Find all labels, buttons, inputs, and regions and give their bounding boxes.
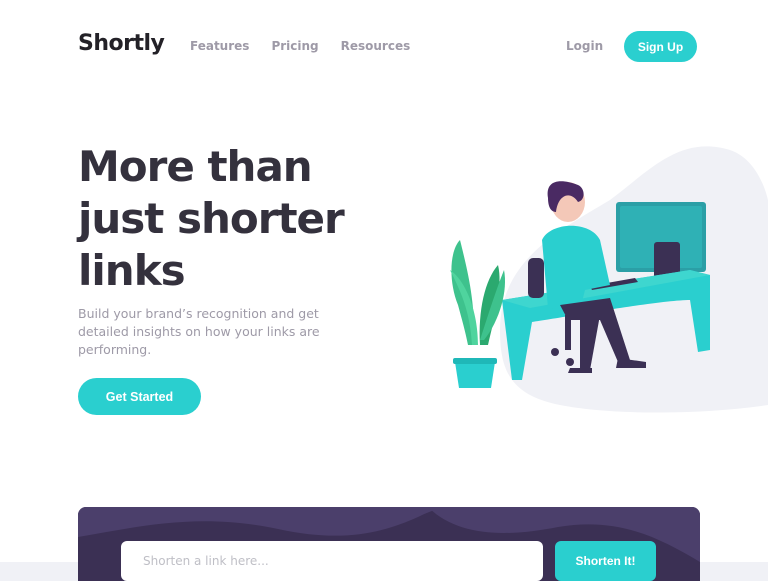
main-nav: Features Pricing Resources	[190, 39, 432, 53]
get-started-button[interactable]: Get Started	[78, 378, 201, 415]
nav-features-link[interactable]: Features	[190, 39, 249, 53]
shorten-it-button[interactable]: Shorten It!	[555, 541, 656, 581]
hero-title: More than just shorter links	[78, 141, 378, 297]
hero-title-line-3: links	[78, 246, 186, 295]
shorten-link-input[interactable]: Shorten a link here...	[121, 541, 543, 581]
hero-title-line-2: just shorter	[78, 194, 345, 243]
logo[interactable]: Shortly	[78, 31, 165, 56]
hero-description: Build your brand’s recognition and get d…	[78, 306, 320, 357]
nav-pricing-link[interactable]: Pricing	[271, 39, 318, 53]
login-link[interactable]: Login	[566, 39, 603, 53]
site-header: Shortly Features Pricing Resources Login…	[0, 0, 768, 94]
hero-title-line-1: More than	[78, 142, 313, 191]
signup-button[interactable]: Sign Up	[624, 31, 697, 62]
working-person-illustration	[450, 146, 768, 413]
nav-resources-link[interactable]: Resources	[341, 39, 411, 53]
